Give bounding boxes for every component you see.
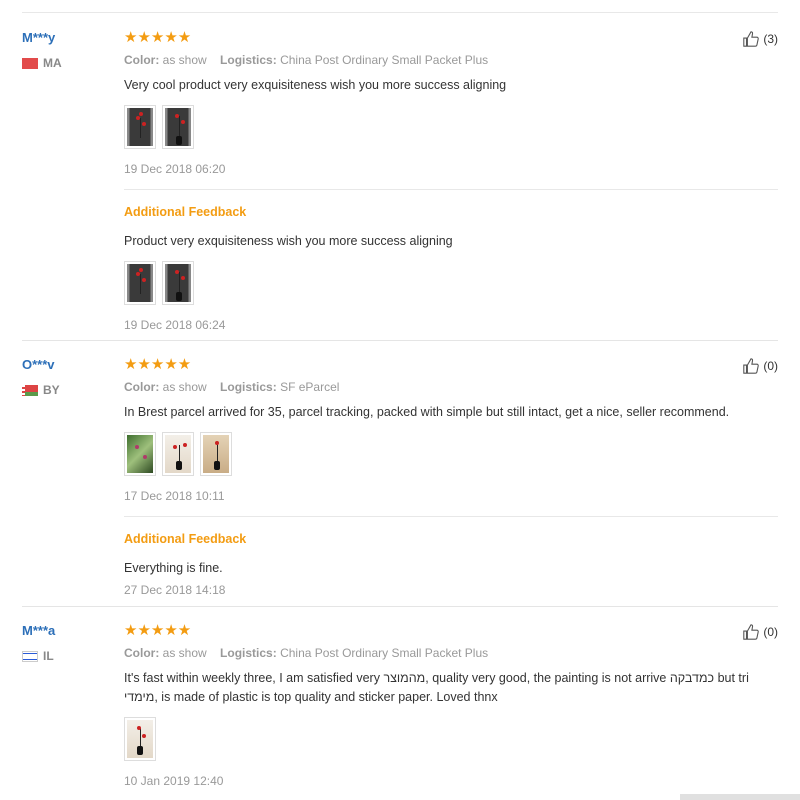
review-photo-thumbnail[interactable]	[124, 261, 156, 305]
reviewer-name[interactable]: M***a	[22, 623, 55, 639]
review-date: 17 Dec 2018 10:11	[124, 489, 225, 503]
thumbs-up-icon	[743, 358, 760, 374]
logistics-value: China Post Ordinary Small Packet Plus	[280, 53, 489, 67]
review-photos	[124, 105, 778, 149]
review-photo-thumbnail[interactable]	[162, 105, 194, 149]
page-edge	[680, 794, 800, 800]
order-info: Color: as show Logistics: SF eParcel	[124, 379, 778, 395]
review-content: ★★★★★ Color: as show Logistics: SF eParc…	[124, 357, 778, 598]
star-rating: ★★★★★	[124, 356, 192, 373]
order-info: Color: as show Logistics: China Post Ord…	[124, 52, 778, 68]
review-content: ★★★★★ Color: as show Logistics: China Po…	[124, 30, 778, 333]
additional-feedback-label: Additional Feedback	[124, 205, 247, 219]
review-photo-thumbnail[interactable]	[124, 717, 156, 761]
star-rating: ★★★★★	[124, 29, 192, 46]
review-photo-thumbnail[interactable]	[124, 105, 156, 149]
reviewer-name[interactable]: M***y	[22, 30, 62, 46]
additional-feedback-text: Everything is fine.	[124, 561, 223, 575]
logistics-value: SF eParcel	[280, 380, 340, 394]
review-text: It's fast within weekly three, I am sati…	[124, 671, 749, 704]
additional-feedback-date: 19 Dec 2018 06:24	[124, 318, 226, 332]
color-value: as show	[162, 53, 207, 67]
review-photo-thumbnail[interactable]	[162, 261, 194, 305]
helpful-button[interactable]: (3)	[742, 30, 778, 48]
flag-icon	[22, 57, 38, 69]
additional-photos	[124, 261, 778, 305]
divider	[124, 189, 778, 190]
logistics-label: Logistics:	[220, 53, 277, 67]
flag-icon	[22, 650, 38, 662]
logistics-label: Logistics:	[220, 646, 277, 660]
reviewer-name[interactable]: O***v	[22, 357, 60, 373]
helpful-button[interactable]: (0)	[742, 623, 778, 641]
logistics-value: China Post Ordinary Small Packet Plus	[280, 646, 489, 660]
logistics-label: Logistics:	[220, 380, 277, 394]
star-rating: ★★★★★	[124, 622, 192, 639]
reviewer-country: BY	[22, 383, 60, 397]
review-text: Very cool product very exquisiteness wis…	[124, 78, 507, 92]
additional-feedback-date: 27 Dec 2018 14:18	[124, 583, 226, 597]
country-code: IL	[43, 649, 54, 663]
country-code: MA	[43, 56, 62, 70]
top-divider	[22, 12, 778, 13]
review-divider	[22, 340, 778, 341]
color-label: Color:	[124, 53, 160, 67]
divider	[124, 516, 778, 517]
reviewer-info: M***y MA	[22, 30, 62, 70]
thumbs-up-icon	[743, 31, 760, 47]
additional-feedback-label: Additional Feedback	[124, 532, 247, 546]
review-date: 19 Dec 2018 06:20	[124, 162, 226, 176]
review-photo-thumbnail[interactable]	[124, 432, 156, 476]
color-value: as show	[162, 646, 207, 660]
review-photos	[124, 717, 778, 761]
order-info: Color: as show Logistics: China Post Ord…	[124, 645, 778, 661]
helpful-count: (3)	[763, 32, 778, 46]
reviewer-info: O***v BY	[22, 357, 60, 397]
review-content: ★★★★★ Color: as show Logistics: China Po…	[124, 623, 778, 789]
thumbs-up-icon	[743, 624, 760, 640]
color-value: as show	[162, 380, 207, 394]
review-text: In Brest parcel arrived for 35, parcel t…	[124, 405, 730, 419]
additional-feedback-text: Product very exquisiteness wish you more…	[124, 234, 453, 248]
review-divider	[22, 606, 778, 607]
color-label: Color:	[124, 380, 160, 394]
helpful-count: (0)	[763, 359, 778, 373]
color-label: Color:	[124, 646, 160, 660]
country-code: BY	[43, 383, 60, 397]
review-photo-thumbnail[interactable]	[162, 432, 194, 476]
review-photos	[124, 432, 778, 476]
reviewer-country: IL	[22, 649, 55, 663]
flag-icon	[22, 384, 38, 396]
helpful-count: (0)	[763, 625, 778, 639]
review-date: 10 Jan 2019 12:40	[124, 774, 224, 788]
reviewer-country: MA	[22, 56, 62, 70]
helpful-button[interactable]: (0)	[742, 357, 778, 375]
reviewer-info: M***a IL	[22, 623, 55, 663]
review-photo-thumbnail[interactable]	[200, 432, 232, 476]
